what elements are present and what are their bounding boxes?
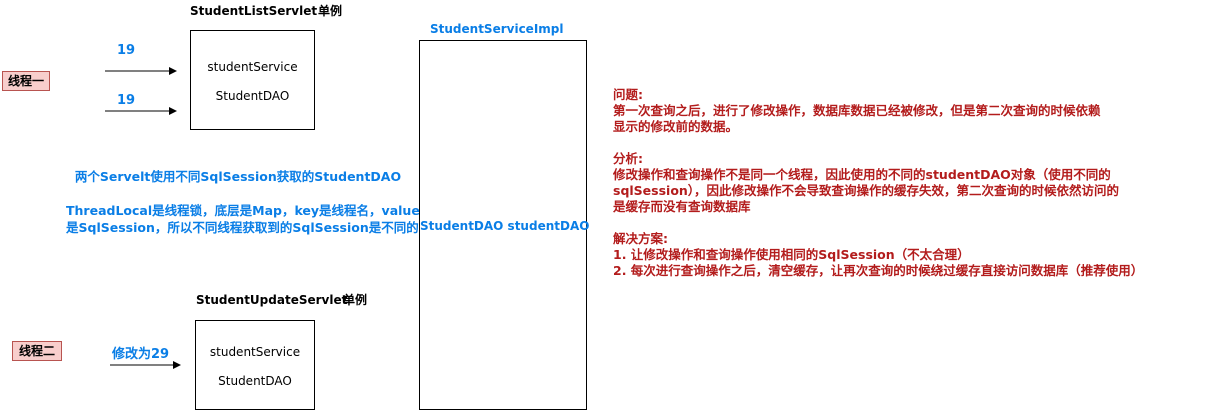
solution-title: 解决方案:: [613, 231, 668, 246]
list-servlet-title: StudentListServlet: [190, 4, 318, 18]
analysis-title: 分析:: [613, 151, 643, 166]
list-servlet-field-service: studentService: [207, 60, 298, 74]
update-servlet-box: studentService StudentDAO: [195, 320, 315, 410]
problem-title: 问题:: [613, 87, 643, 102]
thread1-tag: 线程一: [2, 71, 50, 91]
analysis-line3: 是缓存而没有查询数据库: [613, 199, 751, 214]
analysis-panel: 问题: 第一次查询之后，进行了修改操作，数据库数据已经被修改，但是第二次查询的时…: [613, 87, 1143, 279]
list-servlet-box: studentService StudentDAO: [190, 30, 315, 130]
problem-line2: 显示的修改前的数据。: [613, 119, 739, 134]
list-servlet-singleton: 单例: [318, 4, 343, 18]
thread1-value-bottom: 19: [117, 93, 136, 108]
analysis-line2: sqlSession），因此修改操作不会导致查询操作的缓存失效，第二次查询的时候…: [613, 183, 1120, 198]
thread1-value-top: 19: [117, 43, 136, 58]
solution-line1: 1. 让修改操作和查询操作使用相同的SqlSession（不太合理）: [613, 247, 970, 262]
update-servlet-singleton: 单例: [343, 293, 368, 307]
update-servlet-title: StudentUpdateServlet: [196, 293, 348, 307]
thread2-value: 修改为29: [112, 347, 170, 362]
note-line1: 两个Servelt使用不同SqlSession获取的StudentDAO: [74, 169, 402, 184]
service-impl-field: StudentDAO studentDAO: [420, 219, 590, 233]
problem-line1: 第一次查询之后，进行了修改操作，数据库数据已经被修改，但是第二次查询的时候依赖: [613, 103, 1101, 118]
thread2-tag: 线程二: [12, 341, 62, 361]
service-impl-title: StudentServiceImpl: [430, 22, 564, 36]
note-line2: ThreadLocal是线程锁，底层是Map，key是线程名，value: [66, 203, 420, 218]
list-servlet-field-dao: StudentDAO: [215, 89, 290, 103]
update-servlet-field-service: studentService: [209, 345, 301, 359]
service-impl-box: StudentDAO studentDAO: [419, 40, 590, 410]
update-servlet-field-dao: StudentDAO: [218, 374, 292, 388]
solution-line2: 2. 每次进行查询操作之后，清空缓存，让再次查询的时候绕过缓存直接访问数据库（推…: [613, 263, 1144, 278]
analysis-line1: 修改操作和查询操作不是同一个线程，因此使用的不同的studentDAO对象（使用…: [613, 167, 1111, 182]
note-line3: 是SqlSession，所以不同线程获取到的SqlSession是不同的: [66, 220, 419, 235]
